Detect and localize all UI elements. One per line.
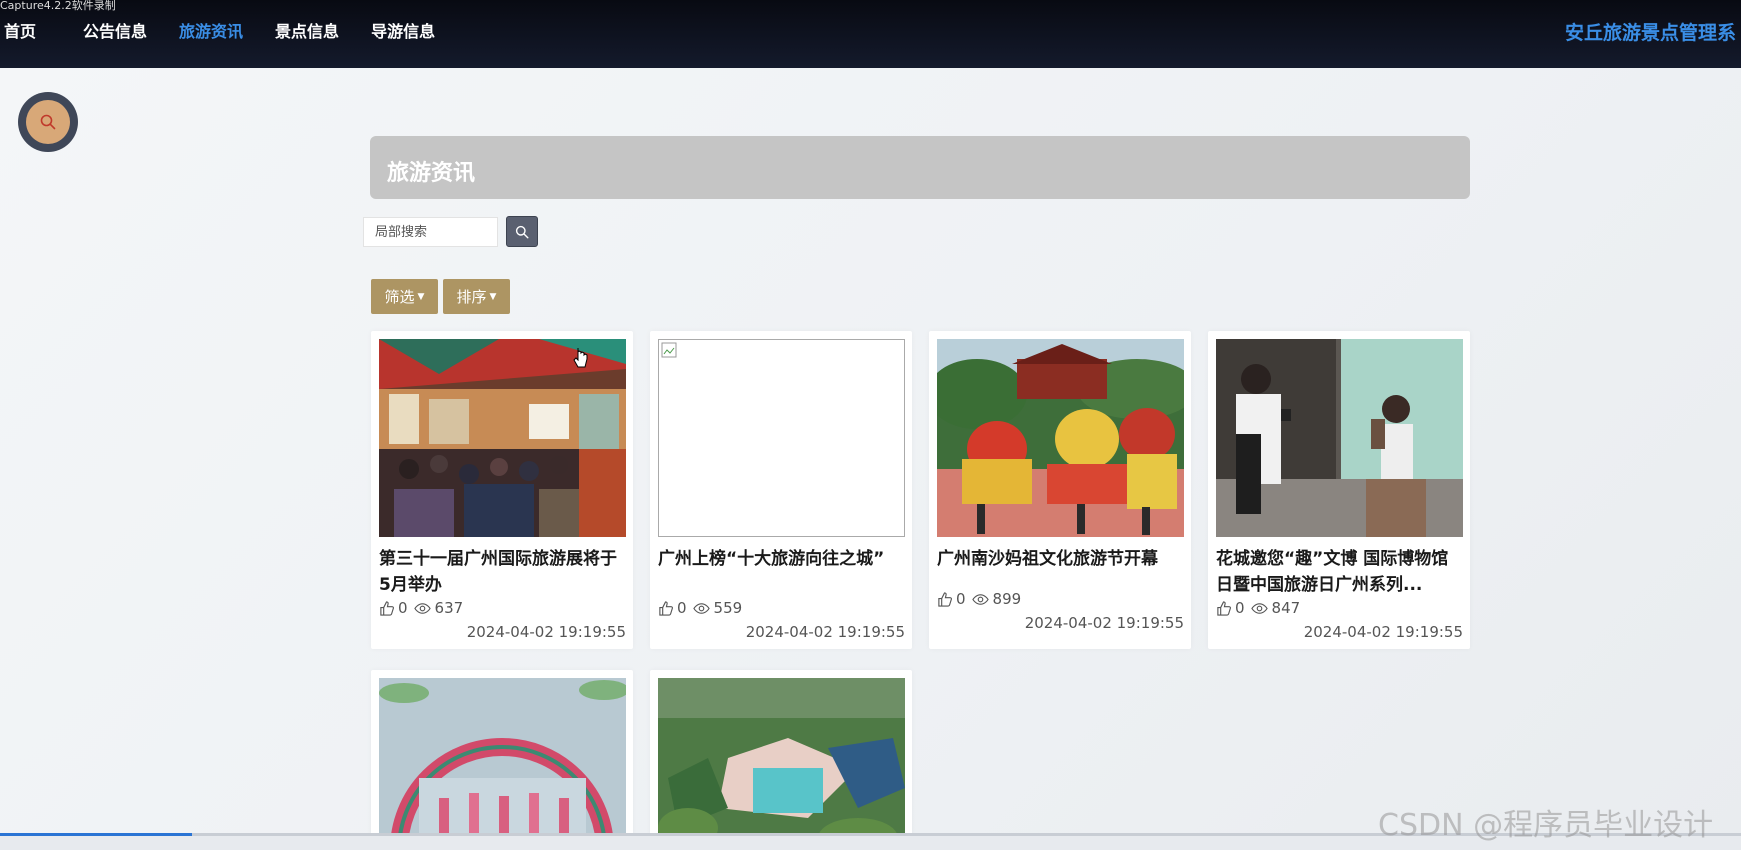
nav-item-guides[interactable]: 导游信息	[371, 18, 435, 42]
nav-item-attractions[interactable]: 景点信息	[275, 18, 339, 42]
thumbs-up-icon[interactable]	[937, 591, 952, 607]
thumbs-up-icon[interactable]	[658, 600, 673, 616]
news-card-image[interactable]	[937, 339, 1184, 537]
search-input[interactable]	[363, 217, 498, 247]
news-card-stats: 0 637	[379, 599, 463, 617]
news-card-date: 2024-04-02 19:19:55	[1303, 623, 1463, 641]
section-header: 旅游资讯	[370, 136, 1470, 199]
news-card-stats: 0 847	[1216, 599, 1300, 617]
view-count: 847	[1271, 599, 1301, 617]
sort-label: 排序	[456, 288, 487, 306]
section-title: 旅游资讯	[387, 161, 476, 186]
caret-down-icon: ▼	[417, 291, 425, 302]
news-card-stats: 0 899	[937, 590, 1021, 608]
news-card-image-broken[interactable]	[658, 339, 905, 537]
news-card-image[interactable]	[1216, 339, 1463, 537]
eye-icon	[971, 593, 989, 605]
main-nav: 首页 公告信息 旅游资讯 景点信息 导游信息	[4, 18, 467, 42]
news-card[interactable]: 花城邀您“趣”文博 国际博物馆日暨中国旅游日广州系列... 0 847 2024…	[1208, 331, 1470, 649]
search-icon	[40, 114, 56, 130]
nav-item-announcements[interactable]: 公告信息	[83, 18, 147, 42]
like-count: 0	[956, 590, 966, 608]
news-card-image[interactable]	[658, 678, 905, 850]
news-card-title[interactable]: 广州南沙妈祖文化旅游节开幕	[937, 546, 1184, 572]
news-card[interactable]: 广州南沙妈祖文化旅游节开幕 0 899 2024-04-02 19:19:55	[929, 331, 1191, 649]
mouse-cursor-icon	[573, 348, 588, 368]
thumbs-up-icon[interactable]	[1216, 600, 1231, 616]
news-card[interactable]	[371, 670, 633, 850]
floating-search-inner	[26, 100, 70, 144]
eye-icon	[413, 602, 431, 614]
filter-label: 筛选	[384, 288, 415, 306]
news-card[interactable]: 第三十一届广州国际旅游展将于5月举办 0 637 2024-04-02 19:1…	[371, 331, 633, 649]
watermark: CSDN @程序员毕业设计	[1378, 808, 1714, 843]
news-card-stats: 0 559	[658, 599, 742, 617]
broken-image-icon	[661, 342, 677, 358]
view-count: 899	[992, 590, 1022, 608]
news-card[interactable]: 广州上榜“十大旅游向往之城” 0 559 2024-04-02 19:19:55	[650, 331, 912, 649]
site-title[interactable]: 安丘旅游景点管理系	[1565, 18, 1736, 45]
nav-item-travel-news[interactable]: 旅游资讯	[179, 18, 243, 42]
view-count: 637	[434, 599, 464, 617]
news-card-date: 2024-04-02 19:19:55	[745, 623, 905, 641]
search-button[interactable]	[506, 216, 538, 247]
news-card[interactable]	[650, 670, 912, 850]
view-count: 559	[713, 599, 743, 617]
nav-item-home[interactable]: 首页	[4, 18, 36, 42]
eye-icon	[692, 602, 710, 614]
news-card-title[interactable]: 花城邀您“趣”文博 国际博物馆日暨中国旅游日广州系列...	[1216, 546, 1463, 598]
thumbs-up-icon[interactable]	[379, 600, 394, 616]
capture-label: Capture4.2.2软件录制	[0, 0, 116, 12]
floating-search-button[interactable]	[18, 92, 78, 152]
search-icon	[515, 225, 529, 239]
filter-dropdown-button[interactable]: 筛选 ▼	[371, 279, 438, 314]
news-card-image[interactable]	[379, 678, 626, 850]
like-count: 0	[398, 599, 408, 617]
sort-dropdown-button[interactable]: 排序 ▼	[443, 279, 510, 314]
news-card-title[interactable]: 广州上榜“十大旅游向往之城”	[658, 546, 905, 572]
news-card-date: 2024-04-02 19:19:55	[466, 623, 626, 641]
news-card-title[interactable]: 第三十一届广州国际旅游展将于5月举办	[379, 546, 626, 598]
top-navbar: 首页 公告信息 旅游资讯 景点信息 导游信息 安丘旅游景点管理系	[0, 0, 1741, 68]
news-card-date: 2024-04-02 19:19:55	[1024, 614, 1184, 632]
eye-icon	[1250, 602, 1268, 614]
like-count: 0	[1235, 599, 1245, 617]
like-count: 0	[677, 599, 687, 617]
caret-down-icon: ▼	[489, 291, 497, 302]
